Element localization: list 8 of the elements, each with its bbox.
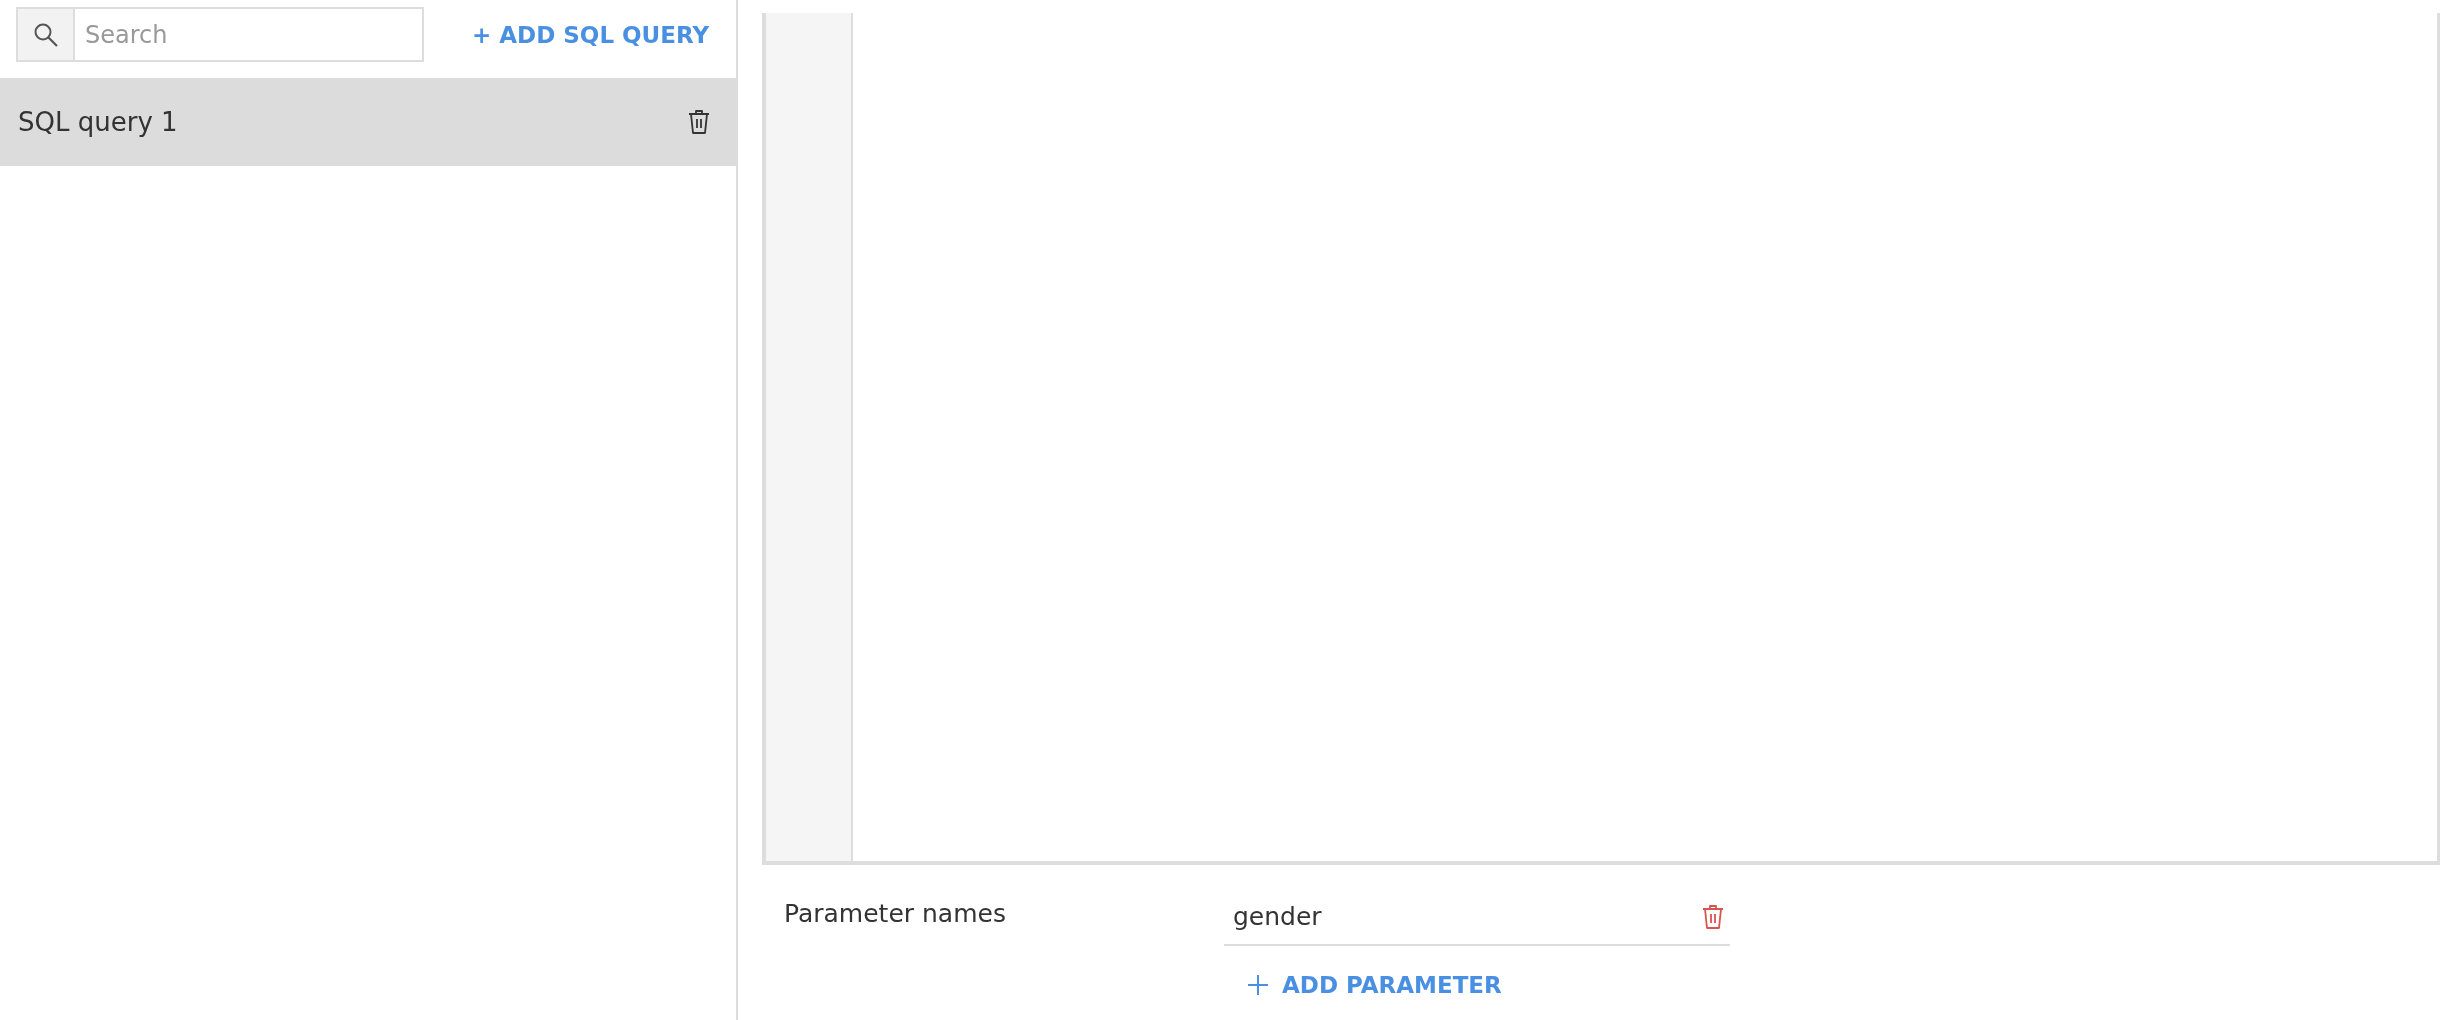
parameter-field[interactable]: gender bbox=[1233, 902, 1322, 931]
query-list-item[interactable]: SQL query 1 bbox=[0, 78, 736, 166]
delete-icon[interactable] bbox=[1702, 903, 1724, 930]
field-label: Parameter names bbox=[783, 899, 1007, 930]
plus-icon bbox=[1246, 973, 1270, 997]
search-icon bbox=[32, 21, 59, 48]
search-field[interactable]: Search bbox=[16, 7, 424, 62]
delete-icon[interactable] bbox=[688, 109, 710, 135]
